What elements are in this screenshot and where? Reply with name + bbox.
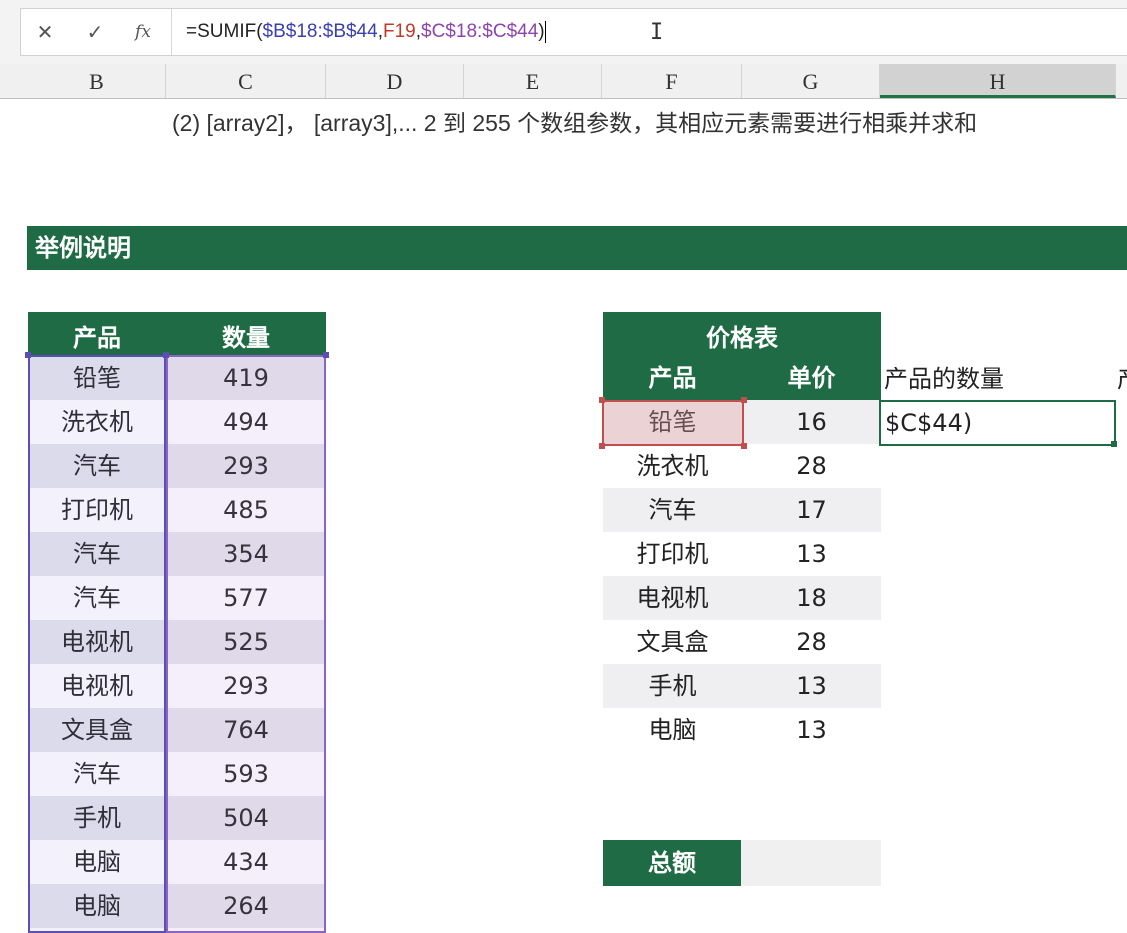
product-cell[interactable]: 打印机 bbox=[28, 488, 166, 532]
total-value-cell[interactable] bbox=[741, 840, 881, 886]
formula-cell-ref: F19 bbox=[382, 21, 416, 42]
quantity-cell[interactable]: 419 bbox=[166, 356, 326, 400]
price-product-cell[interactable]: 打印机 bbox=[603, 532, 742, 576]
range-handle[interactable] bbox=[25, 352, 31, 358]
price-table-title[interactable]: 价格表 bbox=[603, 312, 881, 356]
unit-price-cell[interactable]: 16 bbox=[742, 400, 881, 444]
price-product-cell[interactable]: 洗衣机 bbox=[603, 444, 742, 488]
total-label[interactable]: 总额 bbox=[603, 840, 741, 886]
range-handle[interactable] bbox=[323, 352, 329, 358]
product-cell[interactable]: 铅笔 bbox=[28, 356, 166, 400]
quantity-cell[interactable]: 264 bbox=[166, 884, 326, 928]
quantity-cell[interactable]: 494 bbox=[166, 400, 326, 444]
price-product-cell[interactable]: 汽车 bbox=[603, 488, 742, 532]
fill-handle[interactable] bbox=[1111, 441, 1117, 447]
unit-price-cell[interactable]: 13 bbox=[742, 664, 881, 708]
unit-price-cell[interactable]: 13 bbox=[742, 708, 881, 752]
active-cell-editor[interactable]: $C$44) bbox=[879, 400, 1116, 446]
fx-icon[interactable]: fx bbox=[129, 17, 157, 47]
column-header-b[interactable]: B bbox=[28, 64, 166, 98]
formula-bar-divider bbox=[171, 9, 172, 55]
header-product[interactable]: 产品 bbox=[28, 312, 166, 356]
column-header-c[interactable]: C bbox=[166, 64, 326, 98]
column-header-h[interactable]: H bbox=[880, 64, 1116, 98]
product-cell[interactable]: 电脑 bbox=[28, 840, 166, 884]
product-cell[interactable]: 洗衣机 bbox=[28, 400, 166, 444]
unit-price-cell[interactable]: 17 bbox=[742, 488, 881, 532]
ibeam-cursor-icon: I bbox=[650, 20, 664, 45]
product-cell[interactable]: 汽车 bbox=[28, 444, 166, 488]
quantity-cell[interactable]: 764 bbox=[166, 708, 326, 752]
quantity-cell[interactable]: 577 bbox=[166, 576, 326, 620]
header-quantity[interactable]: 数量 bbox=[166, 312, 326, 356]
column-header-row: B C D E F G H bbox=[0, 64, 1127, 99]
product-cell[interactable]: 汽车 bbox=[28, 752, 166, 796]
quantity-cell[interactable]: 504 bbox=[166, 796, 326, 840]
product-cell[interactable]: 手机 bbox=[28, 796, 166, 840]
formula-bar: ✕ ✓ fx =SUMIF($B$18:$B$44,F19,$C$18:$C$4… bbox=[0, 0, 1127, 65]
product-cell[interactable]: 文具盒 bbox=[28, 708, 166, 752]
price-product-cell[interactable]: 电脑 bbox=[603, 708, 742, 752]
product-cell[interactable]: 汽车 bbox=[28, 576, 166, 620]
text-caret bbox=[544, 20, 546, 43]
price-product-cell[interactable]: 铅笔 bbox=[603, 400, 742, 444]
price-product-cell[interactable]: 文具盒 bbox=[603, 620, 742, 664]
quantity-cell[interactable]: 485 bbox=[166, 488, 326, 532]
product-cell[interactable]: 电视机 bbox=[28, 664, 166, 708]
range-handle[interactable] bbox=[163, 352, 169, 358]
reference-handle[interactable] bbox=[599, 397, 605, 403]
formula-range-ref: $C$18:$C$44 bbox=[421, 21, 539, 42]
product-cell[interactable]: 汽车 bbox=[28, 532, 166, 576]
quantity-cell[interactable]: 593 bbox=[166, 752, 326, 796]
column-header-g[interactable]: G bbox=[742, 64, 880, 98]
cropped-cell-text: 产 bbox=[1117, 356, 1127, 402]
price-header-unit-price[interactable]: 单价 bbox=[742, 356, 881, 400]
quantity-cell[interactable]: 293 bbox=[166, 664, 326, 708]
unit-price-cell[interactable]: 28 bbox=[742, 444, 881, 488]
formula-input-area[interactable]: ✕ ✓ fx =SUMIF($B$18:$B$44,F19,$C$18:$C$4… bbox=[20, 8, 1127, 56]
reference-handle[interactable] bbox=[741, 397, 747, 403]
column-header-d[interactable]: D bbox=[326, 64, 464, 98]
unit-price-cell[interactable]: 28 bbox=[742, 620, 881, 664]
unit-price-cell[interactable]: 13 bbox=[742, 532, 881, 576]
quantity-cell[interactable]: 354 bbox=[166, 532, 326, 576]
column-header-f[interactable]: F bbox=[602, 64, 742, 98]
cancel-icon[interactable]: ✕ bbox=[31, 17, 59, 47]
unit-price-cell[interactable]: 18 bbox=[742, 576, 881, 620]
product-quantity-header[interactable]: 产品的数量 bbox=[884, 356, 1004, 400]
formula-part: =SUMIF( bbox=[186, 21, 263, 42]
formula-text[interactable]: =SUMIF($B$18:$B$44,F19,$C$18:$C$44) bbox=[186, 19, 546, 45]
argument-description: (2) [array2]， [array3],... 2 到 255 个数组参数… bbox=[172, 110, 978, 136]
quantity-cell[interactable]: 293 bbox=[166, 444, 326, 488]
reference-handle[interactable] bbox=[741, 443, 747, 449]
quantity-cell[interactable]: 525 bbox=[166, 620, 326, 664]
price-header-product[interactable]: 产品 bbox=[603, 356, 742, 400]
confirm-icon[interactable]: ✓ bbox=[81, 17, 109, 47]
product-cell[interactable]: 电视机 bbox=[28, 620, 166, 664]
reference-handle[interactable] bbox=[599, 443, 605, 449]
product-cell[interactable]: 电脑 bbox=[28, 884, 166, 928]
quantity-cell[interactable]: 434 bbox=[166, 840, 326, 884]
price-product-cell[interactable]: 电视机 bbox=[603, 576, 742, 620]
column-header-e[interactable]: E bbox=[464, 64, 602, 98]
section-title: 举例说明 bbox=[27, 226, 1127, 270]
price-product-cell[interactable]: 手机 bbox=[603, 664, 742, 708]
formula-range-ref: $B$18:$B$44 bbox=[262, 21, 378, 42]
